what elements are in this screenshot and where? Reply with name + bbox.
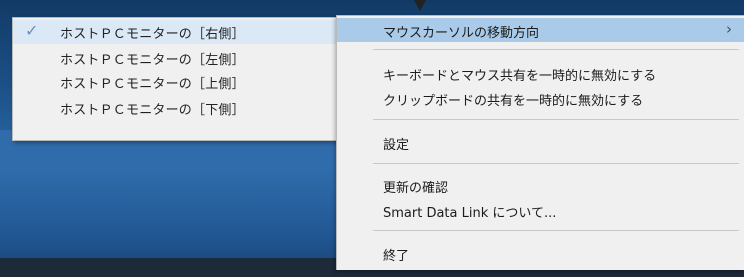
menu-item-exit[interactable]: 終了 bbox=[337, 241, 744, 265]
submenu-item-bottom[interactable]: ホストＰＣモニターの［下側］ bbox=[13, 96, 337, 120]
submenu-item-right[interactable]: ✓ ホストＰＣモニターの［右側］ bbox=[13, 20, 337, 44]
menu-separator bbox=[373, 119, 739, 120]
menu-item-label: 更新の確認 bbox=[383, 181, 449, 196]
menu-item-label: マウスカーソルの移動方向 bbox=[383, 26, 540, 41]
submenu-item-left[interactable]: ホストＰＣモニターの［左側］ bbox=[13, 46, 337, 70]
menu-item-about[interactable]: Smart Data Link について... bbox=[337, 198, 744, 222]
menu-separator bbox=[373, 49, 739, 50]
menu-item-label: 設定 bbox=[383, 138, 410, 153]
tray-pointer-icon bbox=[414, 0, 426, 11]
menu-separator bbox=[373, 230, 739, 231]
submenu-item-label: ホストＰＣモニターの［上側］ bbox=[60, 77, 245, 92]
menu-separator bbox=[373, 163, 739, 164]
checkmark-icon: ✓ bbox=[25, 21, 39, 40]
menu-item-label: キーボードとマウス共有を一時的に無効にする bbox=[383, 69, 657, 84]
menu-item-label: Smart Data Link について... bbox=[383, 206, 557, 221]
submenu-item-top[interactable]: ホストＰＣモニターの［上側］ bbox=[13, 70, 337, 94]
chevron-right-icon: › bbox=[726, 20, 732, 38]
mouse-direction-submenu: ✓ ホストＰＣモニターの［右側］ ホストＰＣモニターの［左側］ ホストＰＣモニタ… bbox=[12, 17, 338, 141]
menu-item-mouse-direction[interactable]: マウスカーソルの移動方向 › bbox=[337, 18, 744, 42]
tray-context-menu: マウスカーソルの移動方向 › キーボードとマウス共有を一時的に無効にする クリッ… bbox=[336, 15, 744, 270]
menu-item-label: クリップボードの共有を一時的に無効にする bbox=[383, 94, 644, 109]
menu-item-label: 終了 bbox=[383, 249, 410, 264]
menu-item-disable-clipboard[interactable]: クリップボードの共有を一時的に無効にする bbox=[337, 86, 744, 110]
menu-item-disable-kb-mouse[interactable]: キーボードとマウス共有を一時的に無効にする bbox=[337, 61, 744, 85]
submenu-item-label: ホストＰＣモニターの［下側］ bbox=[60, 103, 245, 118]
desktop-background: ✓ ホストＰＣモニターの［右側］ ホストＰＣモニターの［左側］ ホストＰＣモニタ… bbox=[0, 0, 744, 277]
desktop-wallpaper-glow bbox=[0, 130, 360, 277]
menu-item-settings[interactable]: 設定 bbox=[337, 130, 744, 154]
submenu-item-label: ホストＰＣモニターの［左側］ bbox=[60, 53, 245, 68]
submenu-item-label: ホストＰＣモニターの［右側］ bbox=[60, 27, 245, 42]
menu-item-check-update[interactable]: 更新の確認 bbox=[337, 173, 744, 197]
